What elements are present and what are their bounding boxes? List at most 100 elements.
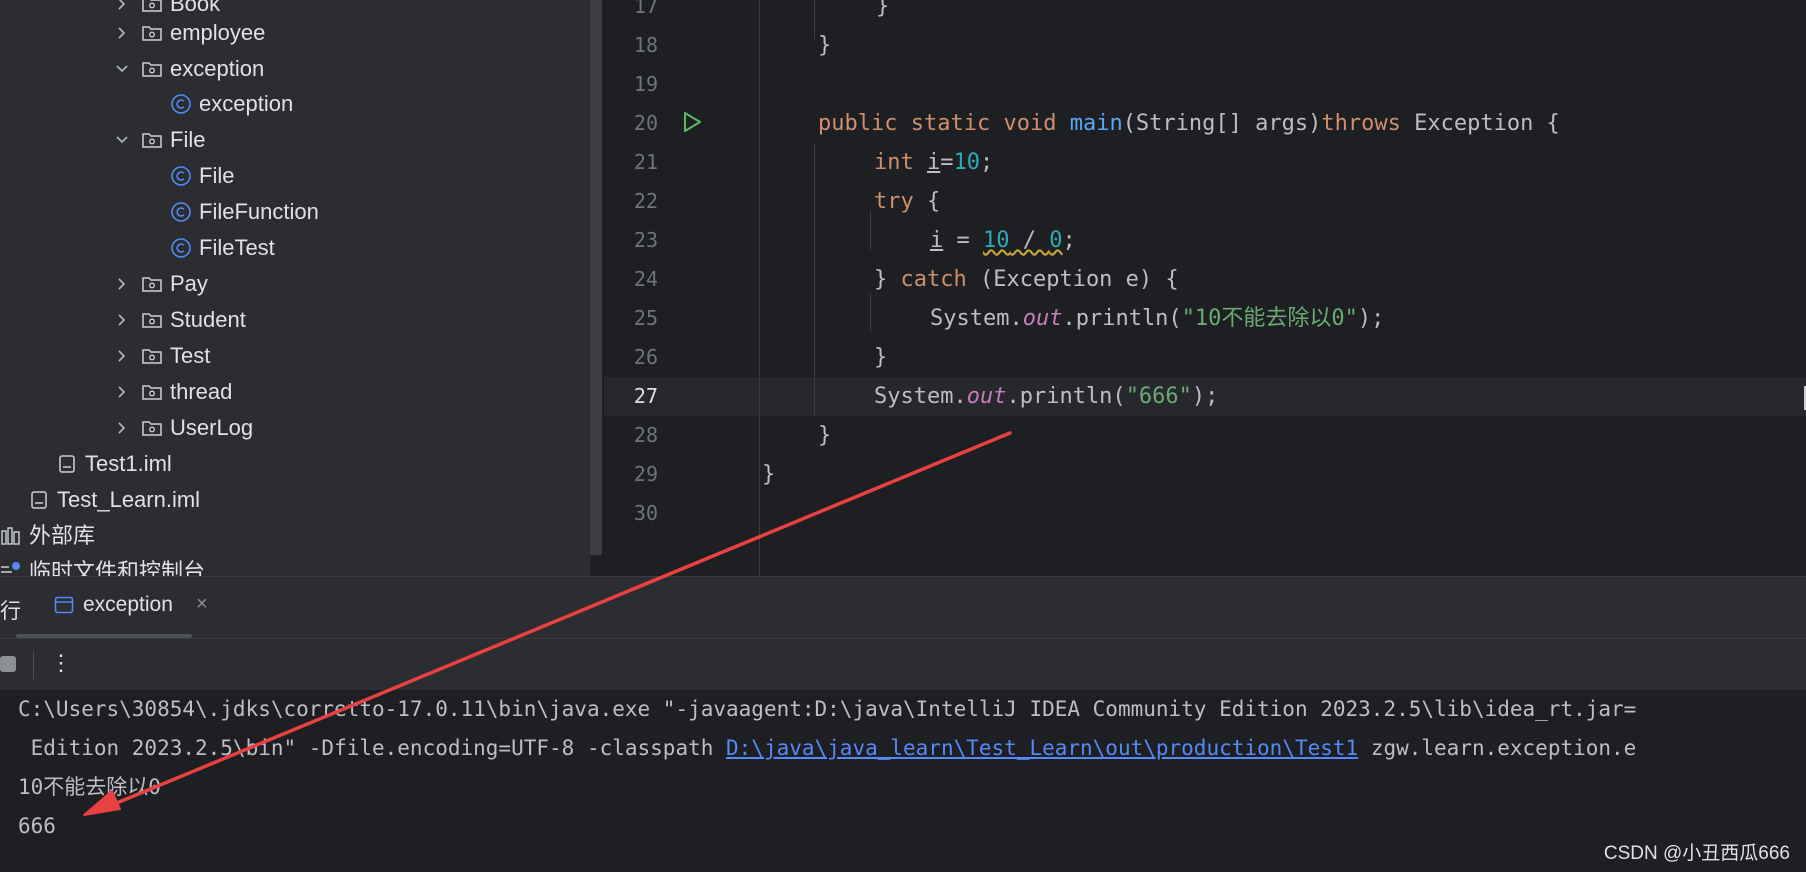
variable-token: i [927,150,941,175]
module-file-icon [28,489,50,511]
chevron-right-icon[interactable] [114,312,130,328]
more-options-icon[interactable]: ⋮ [50,648,72,678]
folder-icon [141,58,163,80]
run-tool-window-label[interactable]: 行 [0,595,21,625]
console-window-icon [54,595,74,615]
line-number: 30 [633,501,658,525]
module-file-icon [56,453,78,475]
folder-icon [141,0,163,15]
tree-item-label: Test [170,343,211,368]
code-token: { [913,189,941,214]
classpath-link[interactable]: D:\java\java_learn\Test_Learn\out\produc… [726,736,1358,760]
tree-item-label: 外部库 [29,523,96,548]
code-token: System. [874,384,967,409]
code-line: } [818,416,831,455]
code-line: } [876,0,889,26]
code-token: } [874,267,901,292]
console-line-output: 10不能去除以0 [18,775,161,799]
tree-item-label: FileTest [199,235,275,260]
indent-guide [870,211,871,250]
code-token: .println( [1006,384,1126,409]
tree-item-label: employee [170,20,266,45]
folder-icon [141,309,163,331]
tree-item-label: 临时文件和控制台 [29,559,206,576]
keyword-token: void [1003,111,1057,136]
code-line: System.out.println("10不能去除以0"); [930,299,1384,338]
code-token: (String[] args) [1122,111,1322,136]
static-field-token: out [1022,306,1063,331]
number-token: 0 [1049,228,1063,253]
tree-item-label: FileFunction [199,199,319,224]
chevron-right-icon[interactable] [114,348,130,364]
console-output[interactable]: C:\Users\30854\.jdks\corretto-17.0.11\bi… [0,690,1806,872]
chevron-down-icon[interactable] [114,132,130,148]
code-line: int i=10; [874,143,993,182]
close-icon[interactable]: × [196,593,208,616]
keyword-token: static [910,111,991,136]
tree-item-label: Test1.iml [85,451,172,476]
run-tab-label: exception [83,593,173,616]
keyword-token: int [874,150,914,175]
keyword-token: catch [900,267,967,292]
code-token: ; [980,150,994,175]
class-icon [170,93,192,115]
line-number: 22 [633,189,658,213]
indent-guide [870,293,871,332]
code-token: } [762,462,776,487]
indent-guide [814,143,815,416]
class-icon [170,165,192,187]
tree-item-label: exception [170,56,265,81]
chevron-right-icon[interactable] [114,0,130,12]
chevron-right-icon[interactable] [114,276,130,292]
tree-scrollbar[interactable] [590,0,602,555]
line-number: 28 [633,423,658,447]
number-token: 10 [953,150,981,175]
console-text: Edition 2023.2.5\bin" -Dfile.encoding=UT… [18,736,727,760]
code-token: = [940,150,954,175]
chevron-right-icon[interactable] [114,25,130,41]
folder-icon [141,381,163,403]
folder-icon [141,129,163,151]
code-line: try { [874,182,940,221]
run-panel-header: 行 exception × [0,576,1806,639]
string-token: "10不能去除以0" [1181,306,1358,331]
code-token: ); [1357,306,1385,331]
run-main-icon[interactable] [680,110,704,134]
tree-item-label: thread [170,379,233,404]
chevron-right-icon[interactable] [114,384,130,400]
folder-icon [141,273,163,295]
variable-token: i [930,228,944,253]
tree-item-label: Pay [170,271,208,296]
console-line-output: 666 [18,814,56,838]
code-line-main-signature: public static void main(String[] args)th… [818,104,1560,143]
tree-item-label: File [170,127,206,152]
tree-item-label: exception [199,91,294,116]
keyword-token: throws [1321,111,1401,136]
code-line: i = 10 / 0; [930,221,1076,260]
code-token: System. [930,306,1023,331]
code-line: } catch (Exception e) { [874,260,1179,299]
code-token: ; [1062,228,1076,253]
code-line-current: System.out.println("666"); [874,377,1218,416]
chevron-right-icon[interactable] [114,420,130,436]
code-token: } [818,423,832,448]
csdn-watermark: CSDN @小丑西瓜666 [1603,843,1790,864]
code-line: } [762,455,775,494]
code-token: } [818,33,832,58]
console-line-command: C:\Users\30854\.jdks\corretto-17.0.11\bi… [18,697,1637,721]
library-icon [0,525,22,547]
code-token: (Exception e) { [966,267,1179,292]
code-token: Exception { [1400,111,1560,136]
method-name-token: main [1069,111,1123,136]
code-token: } [876,0,890,19]
class-icon [170,201,192,223]
line-number: 24 [633,267,658,291]
code-editor[interactable]: 17 18 19 20 21 22 23 24 25 26 27 28 29 3… [604,0,1806,576]
indent-guide [814,0,815,39]
chevron-down-icon[interactable] [114,61,130,77]
number-token: 10 [983,228,1010,253]
line-number: 29 [633,462,658,486]
stop-button[interactable] [0,656,16,672]
line-number-current: 27 [633,384,658,408]
line-number: 19 [633,72,658,96]
